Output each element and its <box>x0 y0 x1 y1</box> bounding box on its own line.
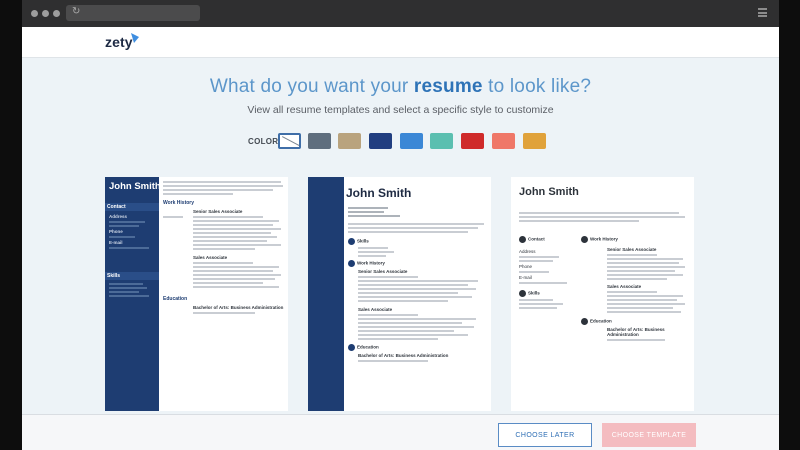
template-section-heading: Skills <box>105 272 159 280</box>
color-swatch-teal[interactable] <box>430 133 453 149</box>
color-swatch-navy[interactable] <box>369 133 392 149</box>
template-job-title: Senior Sales Associate <box>358 269 408 274</box>
window-dot-icon[interactable] <box>31 10 38 17</box>
resume-template-card[interactable]: John Smith Skills Work History Senior Sa… <box>308 177 491 411</box>
template-section-heading: Contact <box>528 236 545 242</box>
template-job-title: Senior Sales Associate <box>607 247 657 252</box>
template-job-title: Sales Associate <box>607 284 642 289</box>
template-job-title: Sales Associate <box>358 307 393 312</box>
template-degree: Bachelor of Arts: Business Administratio… <box>607 327 665 337</box>
template-name: John Smith <box>346 186 412 200</box>
template-section-heading: Contact <box>105 203 159 211</box>
logo-mark-icon <box>131 33 139 43</box>
template-section-heading: Skills <box>357 238 369 244</box>
zety-logo[interactable]: zety <box>105 34 133 50</box>
color-swatch-white[interactable] <box>278 133 301 149</box>
address-bar[interactable]: ↻ <box>66 5 200 21</box>
window-dot-icon[interactable] <box>53 10 60 17</box>
template-body: Skills Work History Senior Sales Associa… <box>348 207 486 364</box>
template-section-heading: Work History <box>357 260 385 266</box>
template-degree: Bachelor of Arts: Business Administratio… <box>358 353 449 358</box>
color-swatch-salmon[interactable] <box>492 133 515 149</box>
template-section-heading: Education <box>163 296 188 302</box>
template-contact-label: Address <box>519 249 536 254</box>
template-contact-label: Phone <box>519 264 533 269</box>
template-sidebar: John Smith Contact Address Phone E-mail … <box>105 177 161 411</box>
reload-icon[interactable]: ↻ <box>72 6 80 17</box>
template-section-heading: Work History <box>163 200 195 206</box>
window-dot-icon[interactable] <box>42 10 49 17</box>
browser-window: ↻ zety What do you want your resume to l… <box>22 0 779 450</box>
resume-template-card[interactable]: John Smith Contact Address Phone E-mail … <box>511 177 694 411</box>
template-contact-label: Address <box>109 214 128 219</box>
color-swatch-red[interactable] <box>461 133 484 149</box>
template-section-heading: Education <box>590 318 612 324</box>
template-name: John Smith <box>519 186 579 198</box>
template-name: John Smith <box>109 181 161 192</box>
resume-template-card[interactable]: John Smith Contact Address Phone E-mail … <box>105 177 288 411</box>
template-job-title: Sales Associate <box>193 255 228 260</box>
template-section-heading: Skills <box>528 290 540 296</box>
template-contact-label: Phone <box>109 229 123 234</box>
browser-toolbar: ↻ <box>22 0 779 27</box>
color-label: COLOR <box>248 137 279 146</box>
choose-template-button[interactable]: CHOOSE TEMPLATE <box>602 423 696 447</box>
template-section-heading: Work History <box>590 236 618 242</box>
template-job-title: Senior Sales Associate <box>193 209 243 214</box>
template-body: Work History Senior Sales Associate Sale… <box>163 181 287 316</box>
template-contact-label: E-mail <box>519 275 532 280</box>
browser-menu-icon[interactable] <box>758 8 767 17</box>
template-degree: Bachelor of Arts: Business Administratio… <box>193 305 284 310</box>
footer-action-bar: CHOOSE LATER CHOOSE TEMPLATE <box>22 414 779 450</box>
page-headline: What do you want your resume to look lik… <box>209 76 592 97</box>
template-section-heading: Education <box>357 344 379 350</box>
color-swatch-gold[interactable] <box>523 133 546 149</box>
video-frame: ↻ zety What do you want your resume to l… <box>0 0 800 450</box>
color-swatch-slate[interactable] <box>308 133 331 149</box>
template-sidebar <box>308 177 344 411</box>
template-body: Contact Address Phone E-mail Skills Work… <box>519 212 687 341</box>
template-contact-label: E-mail <box>109 240 123 245</box>
choose-later-button[interactable]: CHOOSE LATER <box>498 423 592 447</box>
page-subheadline: View all resume templates and select a s… <box>247 104 554 116</box>
color-swatch-blue[interactable] <box>400 133 423 149</box>
site-header: zety <box>22 27 779 58</box>
color-swatch-tan[interactable] <box>338 133 361 149</box>
